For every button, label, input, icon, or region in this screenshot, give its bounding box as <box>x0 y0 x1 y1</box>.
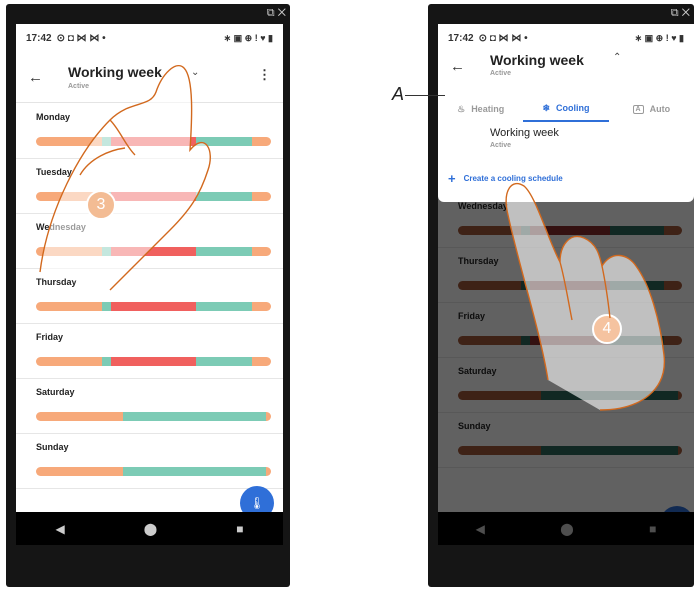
day-label: Friday <box>36 332 64 342</box>
day-row[interactable]: Thursday <box>16 268 283 324</box>
schedule-segment <box>252 192 271 201</box>
schedule-segment <box>266 412 271 421</box>
schedule-subtitle: Active <box>490 142 512 149</box>
right-screen: WednesdayThursdayFridaySaturdaySunday 🌡 … <box>438 24 694 545</box>
callout-label: A <box>392 84 405 104</box>
page-title: Working week <box>490 52 584 68</box>
day-row[interactable]: Wednesday <box>16 213 283 269</box>
nav-recents-icon[interactable]: ■ <box>236 522 243 536</box>
tab-auto[interactable]: A Auto <box>609 96 694 122</box>
schedule-segment <box>101 137 112 146</box>
schedule-segment <box>101 247 112 256</box>
snowflake-icon: ❄ <box>542 102 551 113</box>
tab-cooling[interactable]: ❄ Cooling <box>523 96 609 122</box>
schedule-segment <box>101 357 112 366</box>
schedule-segment <box>195 302 253 311</box>
day-label: Saturday <box>36 387 75 397</box>
schedule-segment <box>111 302 196 311</box>
create-cooling-schedule-button[interactable]: + Create a cooling schedule <box>448 171 563 186</box>
left-screen: 17:42 ⊙ ◘ ⋈ ⋈ • ∗ ▣ ⊕ ! ♥ ▮ ← Working wee… <box>16 24 283 545</box>
schedule-segment <box>36 467 123 476</box>
schedule-segment <box>111 247 196 256</box>
schedule-segment <box>36 412 123 421</box>
schedule-segment <box>36 247 102 256</box>
page-subtitle: Active <box>490 70 512 77</box>
status-right-icons: ∗ ▣ ⊕ ! ♥ ▮ <box>634 32 684 43</box>
auto-icon: A <box>632 104 644 114</box>
schedule-bar <box>36 137 271 146</box>
day-row[interactable]: Saturday <box>16 378 283 434</box>
day-label: Thursday <box>36 277 77 287</box>
page-subtitle: Active <box>68 83 90 90</box>
schedule-bar <box>36 247 271 256</box>
left-phone: ⧉ ✕ 17:42 ⊙ ◘ ⋈ ⋈ • ∗ ▣ ⊕ ! ♥ ▮ ← Working… <box>6 4 290 587</box>
day-label: Wednesday <box>36 222 86 232</box>
tab-label: Cooling <box>556 103 590 113</box>
flame-icon: ♨ <box>457 103 466 114</box>
mode-sheet: 17:42 ⊙ ◘ ⋈ ⋈ • ∗ ▣ ⊕ ! ♥ ▮ ← Working wee… <box>438 24 694 202</box>
more-menu-icon[interactable]: ⋮ <box>258 67 271 83</box>
schedule-segment <box>36 357 102 366</box>
window-icons: ⧉ ✕ <box>266 7 286 19</box>
status-bar: 17:42 ⊙ ◘ ⋈ ⋈ • ∗ ▣ ⊕ ! ♥ ▮ <box>438 24 694 52</box>
nav-bar: ◀ ⬤ ■ <box>16 512 283 545</box>
schedule-segment <box>195 137 253 146</box>
schedule-segment <box>122 467 267 476</box>
day-label: Tuesday <box>36 167 72 177</box>
status-left-icons: ⊙ ◘ ⋈ ⋈ • <box>56 32 106 44</box>
status-time: 17:42 <box>448 32 474 44</box>
schedule-segment <box>252 137 271 146</box>
plus-icon: + <box>448 171 456 186</box>
day-row[interactable]: Friday <box>16 323 283 379</box>
status-bar: 17:42 ⊙ ◘ ⋈ ⋈ • ∗ ▣ ⊕ ! ♥ ▮ <box>16 24 283 52</box>
tab-heating[interactable]: ♨ Heating <box>438 96 523 122</box>
schedule-segment <box>195 247 253 256</box>
schedule-segment <box>252 357 271 366</box>
schedule-segment <box>111 137 196 146</box>
schedule-segment <box>111 192 196 201</box>
schedule-segment <box>266 467 271 476</box>
schedule-segment <box>111 357 196 366</box>
step-3-badge: 3 <box>86 190 116 220</box>
schedule-item[interactable]: Working week Active <box>490 127 559 149</box>
page-title: Working week <box>68 64 162 80</box>
day-row[interactable]: Sunday <box>16 433 283 489</box>
schedule-segment <box>36 302 102 311</box>
schedule-segment <box>101 302 112 311</box>
mode-tabs: ♨ Heating ❄ Cooling A Auto <box>438 96 694 122</box>
schedule-bar <box>36 357 271 366</box>
back-arrow-icon[interactable]: ← <box>28 69 43 86</box>
step-4-badge: 4 <box>592 314 622 344</box>
status-left-icons: ⊙ ◘ ⋈ ⋈ • <box>478 32 528 44</box>
status-right-icons: ∗ ▣ ⊕ ! ♥ ▮ <box>223 32 273 43</box>
tab-label: Heating <box>471 104 505 114</box>
callout-line <box>405 95 445 96</box>
create-label: Create a cooling schedule <box>463 174 563 183</box>
day-row[interactable]: Tuesday <box>16 158 283 214</box>
schedule-bar <box>36 467 271 476</box>
app-bar: ← Working week Active ⌄ ⋮ <box>16 52 283 103</box>
schedule-bar <box>36 302 271 311</box>
day-label: Monday <box>36 112 71 122</box>
schedule-title: Working week <box>490 127 559 139</box>
right-phone: ⧉ ✕ WednesdayThursdayFridaySaturdaySunda… <box>428 4 694 587</box>
nav-back-icon[interactable]: ◀ <box>56 522 65 536</box>
schedule-bar <box>36 412 271 421</box>
schedule-segment <box>252 247 271 256</box>
chevron-up-icon[interactable]: ⌃ <box>613 52 621 63</box>
schedule-segment <box>252 302 271 311</box>
schedule-segment <box>122 412 267 421</box>
day-row[interactable]: Monday <box>16 103 283 159</box>
back-arrow-icon[interactable]: ← <box>450 58 465 75</box>
schedule-segment <box>195 357 253 366</box>
schedule-bar <box>36 192 271 201</box>
window-icons: ⧉ ✕ <box>670 7 690 19</box>
nav-home-icon[interactable]: ⬤ <box>144 522 157 536</box>
chevron-down-icon[interactable]: ⌄ <box>191 67 199 78</box>
tab-label: Auto <box>649 104 671 114</box>
status-time: 17:42 <box>26 32 52 44</box>
day-label: Sunday <box>36 442 69 452</box>
schedule-segment <box>36 137 102 146</box>
schedule-segment <box>195 192 253 201</box>
